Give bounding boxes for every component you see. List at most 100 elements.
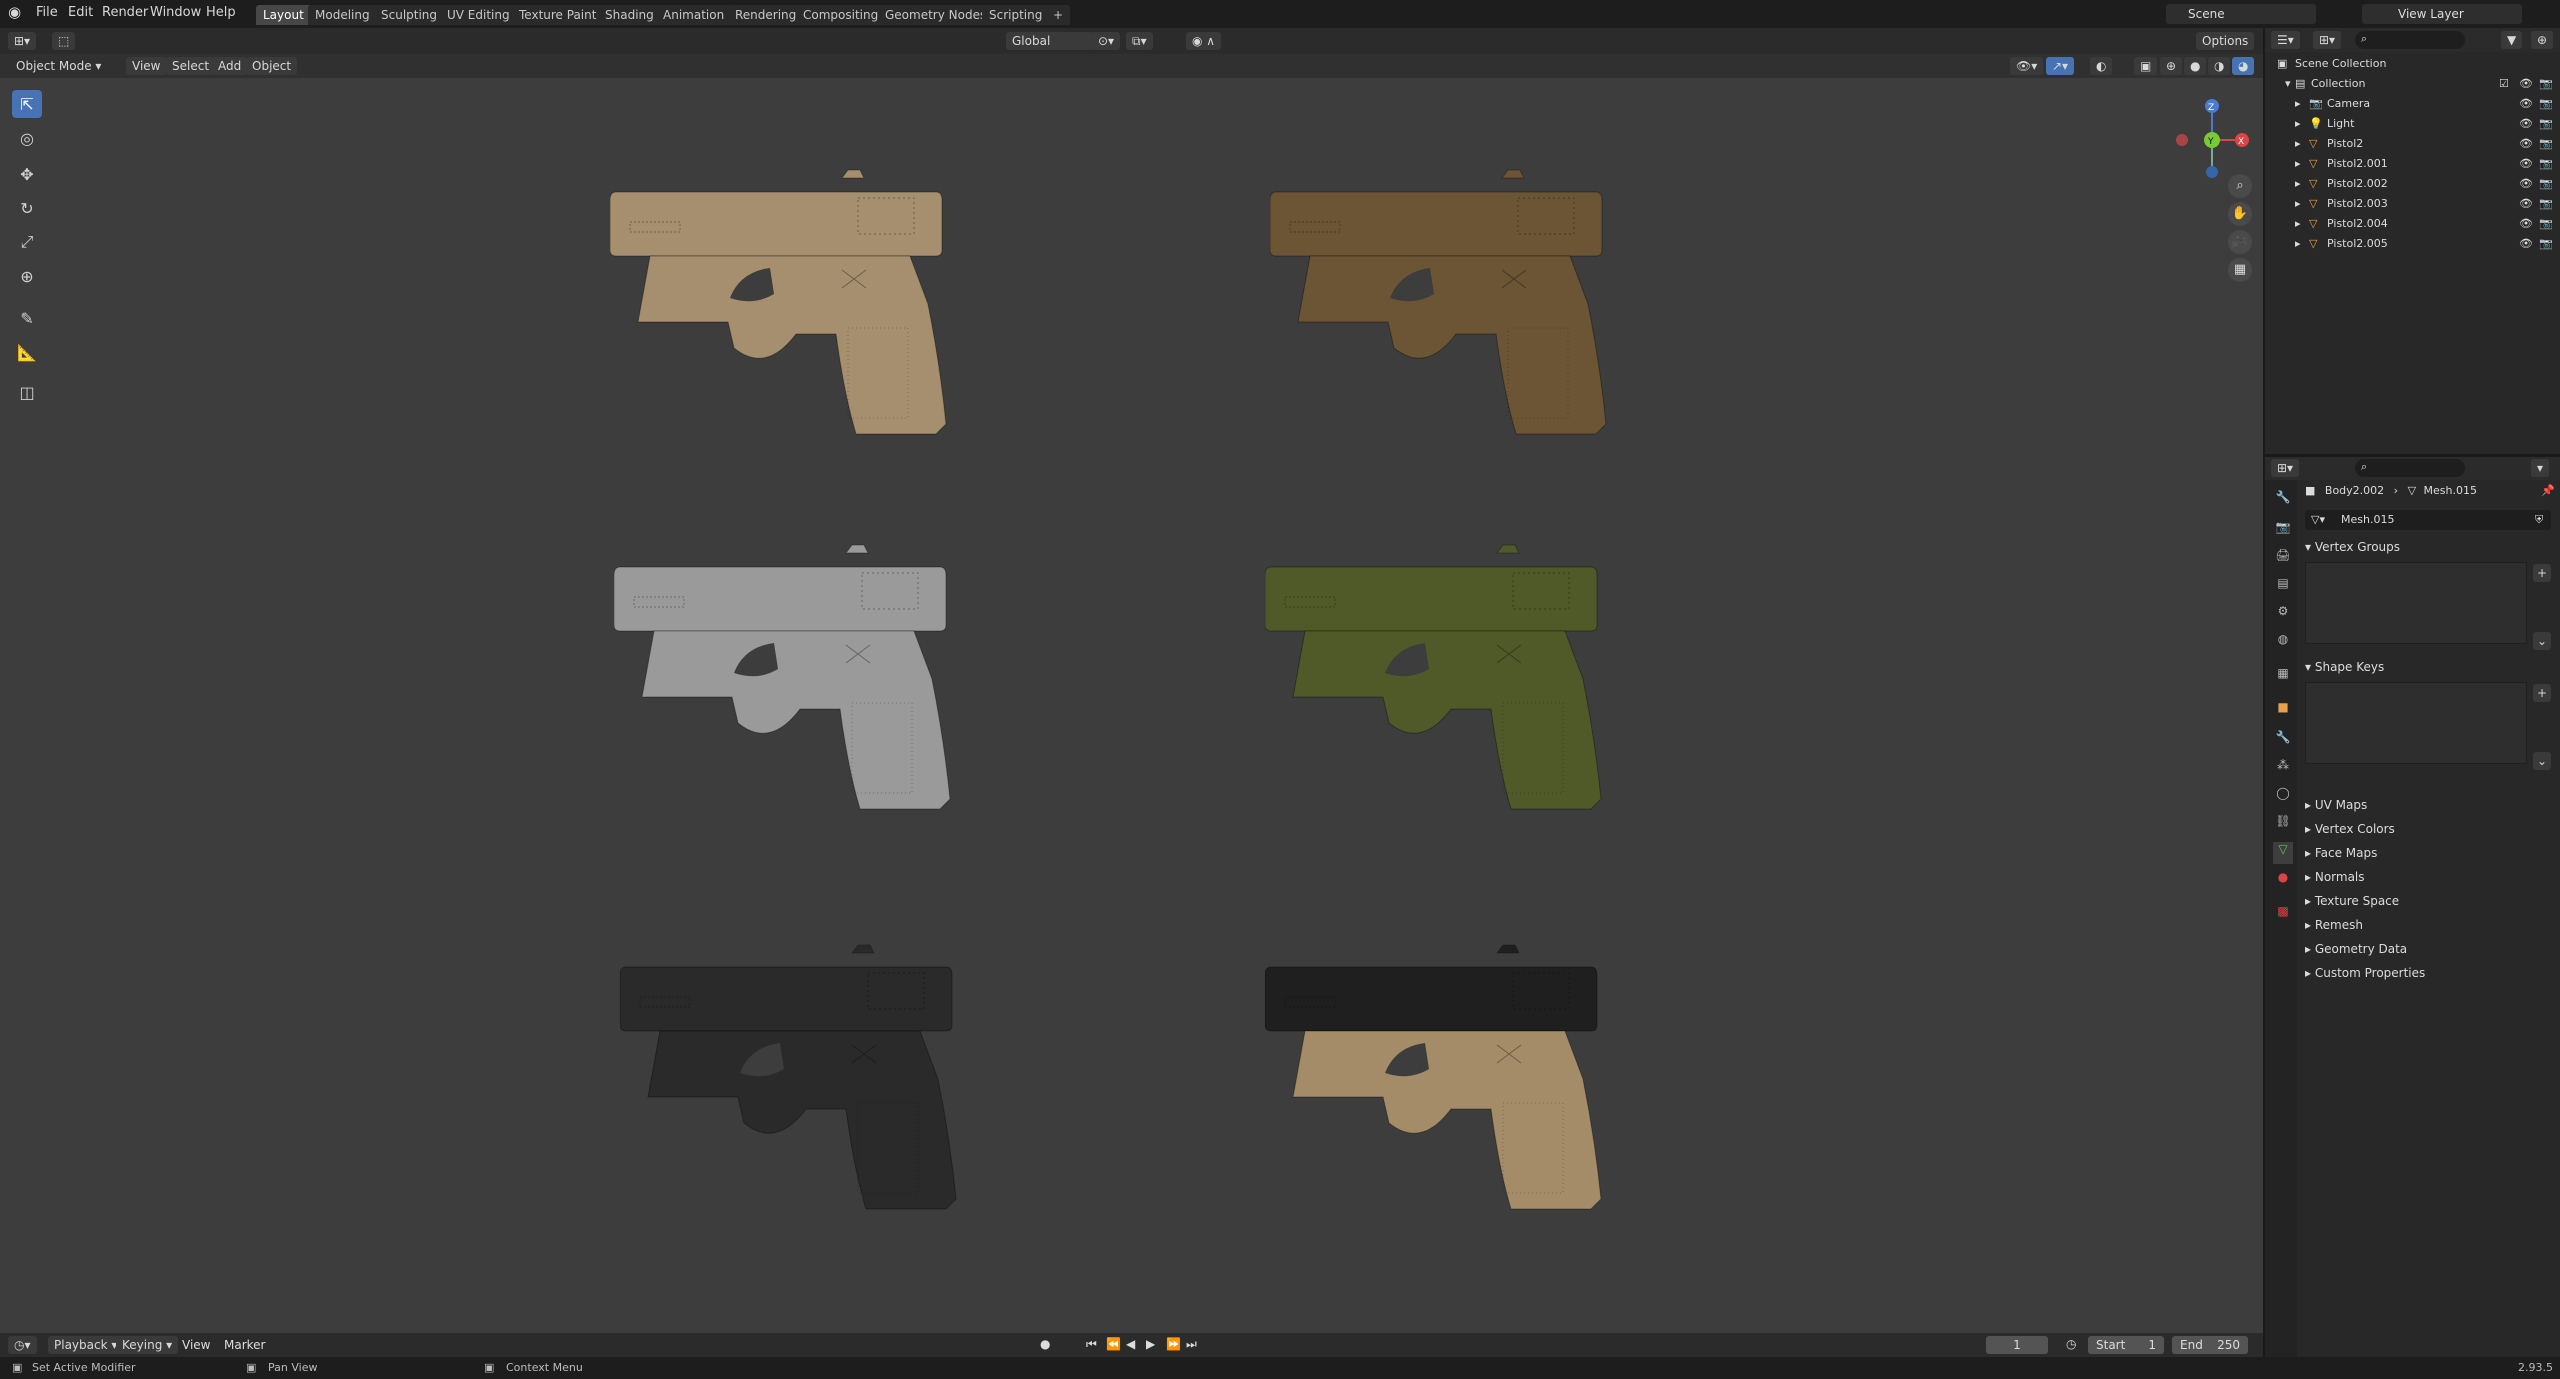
select-tool-icon[interactable]: ⇱ — [12, 90, 42, 118]
normals-header[interactable]: ▸ Normals — [2305, 870, 2365, 884]
area-separator[interactable] — [2265, 454, 2560, 457]
collection-tab-icon[interactable]: ▦ — [2273, 666, 2293, 688]
constraints-tab-icon[interactable]: ⛓ — [2273, 814, 2293, 836]
uv-maps-header[interactable]: ▸ UV Maps — [2305, 798, 2367, 812]
menu-render[interactable]: Render — [102, 5, 148, 20]
outliner-item[interactable]: ▸ ▽ Pistol2.005 👁 📷 — [2265, 234, 2560, 254]
view-menu[interactable]: View — [126, 57, 167, 75]
pistol-model-5[interactable] — [620, 933, 980, 1213]
texture-space-header[interactable]: ▸ Texture Space — [2305, 894, 2399, 908]
filter-icon[interactable]: ▼ — [2501, 31, 2523, 49]
eye-icon[interactable]: 👁 — [2519, 117, 2533, 130]
camera-view-icon[interactable]: 🎥 — [2228, 230, 2252, 254]
pistol-model-1[interactable] — [610, 158, 970, 438]
view-layer-selector[interactable]: View Layer — [2362, 4, 2522, 24]
camera-restrict-icon[interactable]: 📷 — [2539, 77, 2553, 90]
scale-tool-icon[interactable]: ⤢ — [12, 228, 42, 256]
particles-tab-icon[interactable]: ⁂ — [2273, 758, 2293, 780]
gizmo-icon[interactable]: ↗▾ — [2046, 57, 2075, 75]
data-tab-icon[interactable]: ▽ — [2273, 842, 2293, 864]
vertex-groups-header[interactable]: ▾ Vertex Groups — [2305, 540, 2400, 554]
jump-end-icon[interactable]: ⏭ — [1186, 1337, 1197, 1352]
record-icon[interactable]: ● — [1040, 1337, 1050, 1351]
shape-keys-list[interactable] — [2305, 682, 2527, 764]
menu-window[interactable]: Window — [150, 5, 201, 20]
material-shading-icon[interactable]: ◑ — [2208, 57, 2231, 75]
select-box-tool-icon[interactable]: ⬚ — [52, 32, 76, 50]
measure-tool-icon[interactable]: 📐 — [12, 338, 42, 366]
menu-file[interactable]: File — [36, 5, 58, 20]
eye-icon[interactable]: 👁 — [2519, 197, 2533, 210]
timeline-editor-icon[interactable]: ◷▾ — [8, 1336, 37, 1354]
outliner-item[interactable]: ▸ ▽ Pistol2.002 👁 📷 — [2265, 174, 2560, 194]
eye-icon[interactable]: 👁 — [2519, 157, 2533, 170]
outliner-editor-icon[interactable]: ☰▾ — [2271, 31, 2300, 49]
camera-restrict-icon[interactable]: 📷 — [2539, 137, 2553, 150]
outliner-item[interactable]: ▸ ▽ Pistol2.001 👁 📷 — [2265, 154, 2560, 174]
tab-texture-paint[interactable]: Texture Paint — [512, 5, 604, 25]
collection-expand-icon[interactable]: ▾ — [2285, 77, 2291, 90]
blender-logo-icon[interactable]: ◉ — [8, 3, 21, 21]
render-tab-icon[interactable]: 📷 — [2273, 520, 2293, 542]
view-layer-tab-icon[interactable]: ▤ — [2273, 576, 2293, 598]
outliner-item[interactable]: ▸ 💡 Light 👁 📷 — [2265, 114, 2560, 134]
output-tab-icon[interactable]: 🖨 — [2273, 548, 2293, 570]
eye-icon[interactable]: 👁 — [2519, 217, 2533, 230]
tab-animation[interactable]: Animation — [656, 5, 732, 25]
next-keyframe-icon[interactable]: ⏩ — [1166, 1337, 1181, 1351]
snap-icon[interactable]: ⧉▾ — [1126, 32, 1153, 50]
area-separator[interactable] — [2263, 28, 2265, 1357]
rotate-tool-icon[interactable]: ↻ — [12, 194, 42, 222]
outliner-item[interactable]: ▸ ▽ Pistol2 👁 📷 — [2265, 134, 2560, 154]
tab-rendering[interactable]: Rendering — [728, 5, 804, 25]
overlay-icon[interactable]: ◐ — [2090, 57, 2113, 75]
tab-compositing[interactable]: Compositing — [796, 5, 886, 25]
rendered-shading-icon[interactable]: ◕ — [2232, 57, 2255, 75]
tab-geometry-nodes[interactable]: Geometry Nodes — [878, 5, 994, 25]
expand-icon[interactable]: ▸ — [2295, 217, 2301, 230]
tab-shading[interactable]: Shading — [598, 5, 661, 25]
checkbox-icon[interactable]: ☑ — [2499, 77, 2509, 90]
move-tool-icon[interactable]: ✥ — [12, 160, 42, 188]
eye-icon[interactable]: 👁 — [2519, 177, 2533, 190]
properties-search-input[interactable]: ⌕ — [2355, 459, 2465, 477]
mesh-datablock-field[interactable]: ▽▾ Mesh.015 ⛨ — [2305, 510, 2551, 530]
camera-restrict-icon[interactable]: 📷 — [2539, 97, 2553, 110]
pin-icon[interactable]: 📌 — [2541, 484, 2555, 497]
face-maps-header[interactable]: ▸ Face Maps — [2305, 846, 2377, 860]
expand-icon[interactable]: ▸ — [2295, 157, 2301, 170]
texture-tab-icon[interactable]: ▩ — [2273, 904, 2293, 926]
keying-menu[interactable]: Keying ▾ — [116, 1336, 179, 1354]
object-menu[interactable]: Object — [246, 57, 298, 75]
modifier-tab-icon[interactable]: 🔧 — [2273, 730, 2293, 752]
object-mode-dropdown[interactable]: Object Mode ▾ — [10, 57, 108, 75]
tab-sculpting[interactable]: Sculpting — [374, 5, 445, 25]
playback-menu[interactable]: Playback ▾ — [48, 1336, 124, 1354]
add-menu[interactable]: Add — [212, 57, 248, 75]
jump-start-icon[interactable]: ⏮ — [1086, 1337, 1097, 1352]
pistol-model-2[interactable] — [1270, 158, 1630, 438]
annotate-tool-icon[interactable]: ✎ — [12, 304, 42, 332]
outliner-scene-collection[interactable]: ▣ Scene Collection — [2265, 54, 2560, 74]
expand-icon[interactable]: ▸ — [2295, 117, 2301, 130]
display-mode-icon[interactable]: ⊞▾ — [2313, 31, 2342, 49]
add-workspace-button[interactable]: + — [1046, 5, 1071, 25]
custom-properties-header[interactable]: ▸ Custom Properties — [2305, 966, 2425, 980]
wireframe-shading-icon[interactable]: ⊕ — [2160, 57, 2183, 75]
add-cube-tool-icon[interactable]: ◫ — [12, 378, 42, 406]
tab-scripting[interactable]: Scripting — [982, 5, 1050, 25]
clock-icon[interactable]: ◷ — [2066, 1337, 2076, 1351]
timeline-view-menu[interactable]: View — [182, 1338, 210, 1352]
play-reverse-icon[interactable]: ◀ — [1126, 1337, 1135, 1351]
shape-keys-header[interactable]: ▾ Shape Keys — [2305, 660, 2384, 674]
prev-keyframe-icon[interactable]: ⏪ — [1106, 1337, 1121, 1351]
collapse-icon[interactable]: ▾ — [2531, 459, 2550, 477]
select-menu[interactable]: Select — [166, 57, 216, 75]
expand-icon[interactable]: ▸ — [2295, 237, 2301, 250]
eye-icon[interactable]: 👁 — [2519, 97, 2533, 110]
vertex-group-menu-icon[interactable]: ⌄ — [2533, 632, 2552, 650]
end-frame-field[interactable]: End 250 — [2172, 1336, 2248, 1354]
material-tab-icon[interactable]: ● — [2273, 870, 2293, 892]
menu-edit[interactable]: Edit — [68, 5, 93, 20]
xray-icon[interactable]: ▣ — [2134, 57, 2158, 75]
